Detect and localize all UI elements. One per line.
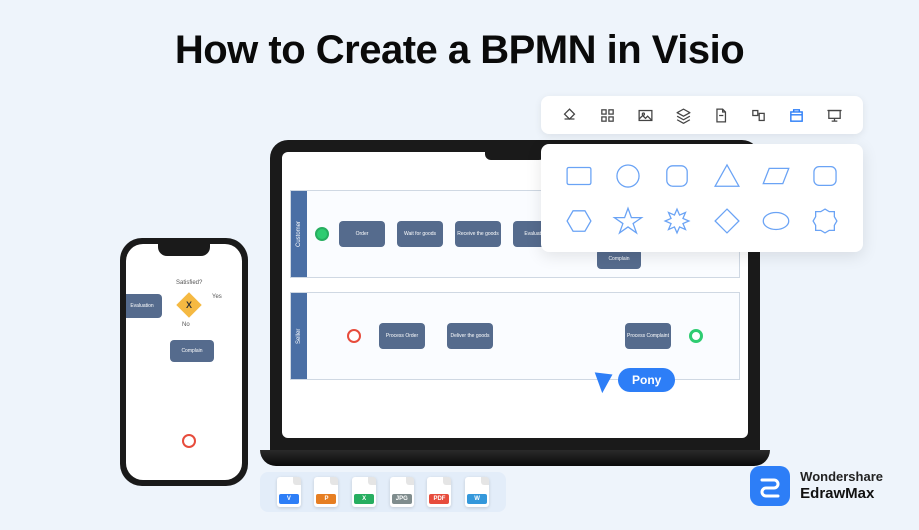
task-box: Complain — [170, 340, 214, 362]
lane-label: Customer — [291, 191, 307, 277]
task-box: Complain — [597, 249, 641, 269]
task-box: Process Complaint — [625, 323, 671, 349]
shape-diamond[interactable] — [705, 201, 748, 240]
task-box: Wait for goods — [397, 221, 443, 247]
task-box: Evaluation — [126, 294, 162, 318]
shape-burst[interactable] — [656, 201, 699, 240]
file-ppt-icon[interactable]: P — [314, 477, 338, 507]
presentation-icon[interactable] — [826, 107, 843, 124]
layers-icon[interactable] — [675, 107, 692, 124]
task-box: Receive the goods — [455, 221, 501, 247]
message-event-icon — [347, 329, 361, 343]
gateway-label: Satisfied? — [176, 280, 202, 286]
message-event-icon — [182, 434, 196, 448]
fill-icon[interactable] — [561, 107, 578, 124]
shapes-panel — [541, 144, 863, 252]
shape-ellipse[interactable] — [754, 201, 797, 240]
grid-icon[interactable] — [599, 107, 616, 124]
shape-hexagon[interactable] — [557, 201, 600, 240]
file-word-icon[interactable]: W — [465, 477, 489, 507]
shape-parallelogram[interactable] — [754, 156, 797, 195]
collab-cursor: Pony — [598, 368, 675, 392]
container-icon[interactable] — [788, 107, 805, 124]
shape-rounded-rect[interactable] — [804, 156, 847, 195]
file-pdf-icon[interactable]: PDF — [427, 477, 451, 507]
task-box: Deliver the goods — [447, 323, 493, 349]
shape-seal[interactable] — [804, 201, 847, 240]
edrawmax-logo-icon — [750, 466, 790, 506]
shape-star[interactable] — [606, 201, 649, 240]
cursor-user-badge: Pony — [618, 368, 675, 392]
file-jpg-icon[interactable]: JPG — [390, 477, 414, 507]
lane-label: Seller — [291, 293, 307, 379]
page-title: How to Create a BPMN in Visio — [0, 28, 919, 73]
swimlane-seller: Seller Process Order Deliver the goods P… — [290, 292, 740, 380]
shape-triangle[interactable] — [705, 156, 748, 195]
align-icon[interactable] — [750, 107, 767, 124]
task-box: Order — [339, 221, 385, 247]
page-icon[interactable] — [712, 107, 729, 124]
gateway-yes: Yes — [212, 294, 222, 300]
phone-mockup: Evaluation Satisfied? X Yes No Complain — [120, 238, 248, 486]
brand-logo-block: Wondershare EdrawMax — [750, 466, 883, 506]
image-icon[interactable] — [637, 107, 654, 124]
shape-toolbar — [541, 96, 863, 134]
file-visio-icon[interactable]: V — [277, 477, 301, 507]
brand-line2: EdrawMax — [800, 485, 883, 502]
shape-rectangle[interactable] — [557, 156, 600, 195]
end-event-icon — [689, 329, 703, 343]
export-format-bar: V P X JPG PDF W — [260, 472, 506, 512]
start-event-icon — [315, 227, 329, 241]
shape-rounded-square[interactable] — [656, 156, 699, 195]
file-excel-icon[interactable]: X — [352, 477, 376, 507]
cursor-icon — [595, 367, 618, 393]
shape-circle[interactable] — [606, 156, 649, 195]
task-box: Process Order — [379, 323, 425, 349]
gateway-no: No — [182, 322, 190, 328]
gateway-icon: X — [176, 292, 201, 317]
brand-line1: Wondershare — [800, 470, 883, 485]
